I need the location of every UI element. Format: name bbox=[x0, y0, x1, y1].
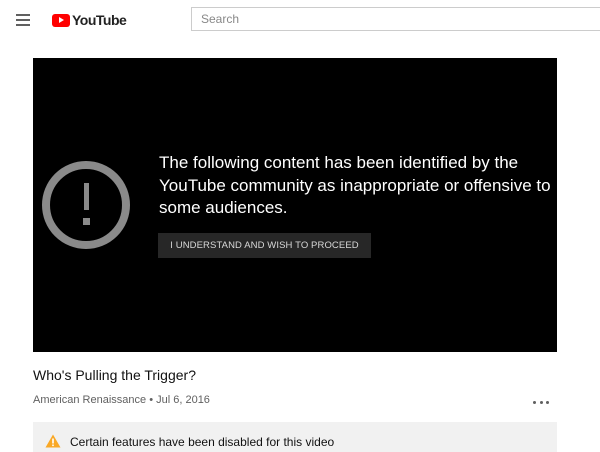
content-warning-message: The following content has been identifie… bbox=[159, 153, 551, 217]
logo-text: YouTube bbox=[72, 12, 127, 28]
more-dot bbox=[546, 400, 549, 404]
proceed-button[interactable]: I UNDERSTAND AND WISH TO PROCEED bbox=[158, 233, 371, 258]
more-horizontal-icon[interactable] bbox=[530, 394, 552, 410]
menu-line bbox=[16, 24, 30, 26]
hamburger-menu-icon[interactable] bbox=[14, 11, 34, 29]
exclamation-circle-icon bbox=[42, 161, 130, 249]
more-dot bbox=[539, 400, 543, 404]
video-player: The following content has been identifie… bbox=[33, 58, 557, 352]
meta-separator: • bbox=[149, 394, 154, 406]
menu-line bbox=[16, 19, 30, 21]
disabled-features-notice: Certain features have been disabled for … bbox=[33, 422, 557, 452]
exclamation-bar bbox=[84, 183, 89, 210]
video-meta: American Renaissance • Jul 6, 2016 bbox=[33, 394, 210, 406]
exclamation-dot bbox=[83, 218, 90, 225]
warning-triangle-icon bbox=[45, 434, 61, 448]
notice-text: Certain features have been disabled for … bbox=[70, 435, 335, 449]
menu-line bbox=[16, 14, 30, 16]
search-input[interactable] bbox=[191, 7, 600, 31]
masthead: YouTube bbox=[0, 0, 600, 40]
publish-date: Jul 6, 2016 bbox=[156, 394, 210, 406]
channel-name[interactable]: American Renaissance bbox=[33, 394, 146, 406]
more-dot bbox=[533, 400, 536, 404]
video-title: Who's Pulling the Trigger? bbox=[33, 367, 196, 383]
youtube-logo[interactable]: YouTube bbox=[52, 10, 127, 30]
youtube-play-icon bbox=[52, 13, 70, 27]
